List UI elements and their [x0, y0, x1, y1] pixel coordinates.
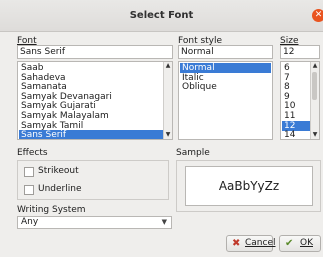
- size-list[interactable]: ▲ ▼ 6 7 8 9 10 11 12 14: [280, 61, 320, 140]
- writing-system-label: Writing System: [17, 205, 86, 215]
- size-item[interactable]: 14: [282, 130, 310, 139]
- size-item[interactable]: 9: [282, 92, 310, 102]
- font-list-scrollbar[interactable]: ▲ ▼: [163, 62, 172, 139]
- font-item[interactable]: Samyak Gujarati: [19, 101, 163, 111]
- writing-system-select[interactable]: Any ▼: [17, 216, 172, 229]
- effects-label: Effects: [17, 148, 48, 158]
- scroll-thumb[interactable]: [312, 72, 317, 100]
- cancel-label: Cancel: [245, 238, 276, 248]
- title-bar: Select Font ✕: [0, 0, 323, 32]
- check-icon: ✔: [285, 238, 294, 249]
- style-item[interactable]: Italic: [180, 73, 271, 83]
- scroll-down-icon[interactable]: ▼: [311, 131, 319, 139]
- size-list-scrollbar[interactable]: ▲ ▼: [310, 62, 319, 139]
- window-title: Select Font: [129, 10, 194, 21]
- size-item[interactable]: 11: [282, 111, 310, 121]
- font-list[interactable]: ▲ ▼ Saab Sahadeva Samanata Samyak Devanagar…: [17, 61, 173, 140]
- font-item[interactable]: Sahadeva: [19, 73, 163, 83]
- font-item[interactable]: Saab: [19, 63, 163, 73]
- font-item[interactable]: Sans Serif: [19, 130, 163, 139]
- style-item[interactable]: Normal: [180, 63, 271, 73]
- size-item[interactable]: 8: [282, 82, 310, 92]
- font-item[interactable]: Samanata: [19, 82, 163, 92]
- style-item[interactable]: Oblique: [180, 82, 271, 92]
- underline-label[interactable]: Underline: [38, 184, 81, 195]
- font-item[interactable]: Samyak Devanagari: [19, 92, 163, 102]
- strikeout-checkbox[interactable]: [24, 167, 34, 177]
- sample-label: Sample: [176, 148, 210, 158]
- size-item[interactable]: 12: [282, 120, 310, 131]
- font-item[interactable]: Samyak Tamil: [19, 121, 163, 131]
- font-style-input[interactable]: Normal: [178, 45, 273, 59]
- sample-preview: AaBbYyZz: [185, 166, 313, 206]
- size-item[interactable]: 6: [282, 63, 310, 73]
- size-input[interactable]: 12: [280, 45, 320, 59]
- scroll-down-icon[interactable]: ▼: [164, 131, 172, 139]
- font-style-list[interactable]: Normal Italic Oblique: [178, 61, 273, 140]
- font-item[interactable]: Samyak Malayalam: [19, 111, 163, 121]
- size-item[interactable]: 7: [282, 73, 310, 83]
- chevron-down-icon: ▼: [161, 218, 167, 226]
- ok-label: OK: [300, 238, 313, 248]
- close-icon[interactable]: ✕: [312, 9, 323, 22]
- sample-group: AaBbYyZz: [176, 160, 321, 212]
- scroll-up-icon[interactable]: ▲: [164, 62, 172, 70]
- strikeout-label[interactable]: Strikeout: [38, 166, 79, 177]
- effects-group: Strikeout Underline: [17, 160, 169, 200]
- size-item[interactable]: 10: [282, 101, 310, 111]
- cancel-button[interactable]: ✖ Cancel: [226, 235, 276, 252]
- cancel-icon: ✖: [232, 238, 241, 249]
- font-input[interactable]: Sans Serif: [17, 45, 173, 59]
- writing-system-value: Any: [21, 217, 39, 227]
- underline-checkbox[interactable]: [24, 185, 34, 195]
- scroll-up-icon[interactable]: ▲: [311, 62, 319, 70]
- ok-button[interactable]: ✔ OK: [279, 235, 321, 252]
